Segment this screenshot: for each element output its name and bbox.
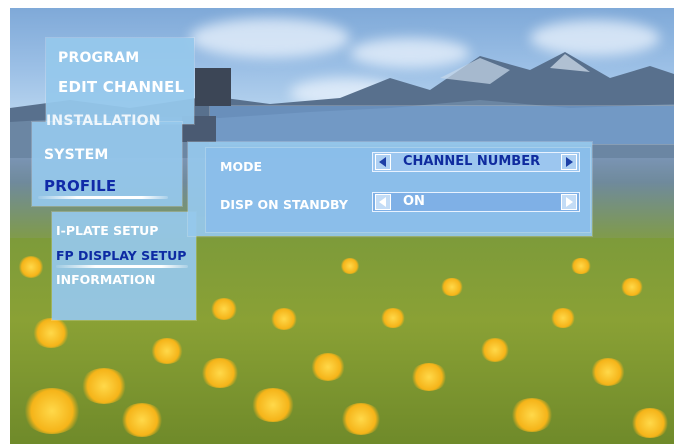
disp-on-standby-selector[interactable]: ON [372,192,580,212]
mode-label: MODE [220,159,262,174]
fp-display-selection-underline [56,265,188,268]
right-arrow-icon[interactable] [561,194,577,210]
dark-block [195,68,231,106]
left-arrow-icon[interactable] [375,194,391,210]
tv-osd-screen: PROGRAM EDIT CHANNEL INSTALLATION SYSTEM… [10,8,674,444]
menu-item-profile[interactable]: PROFILE [44,177,116,195]
submenu-item-i-plate-setup[interactable]: I-PLATE SETUP [56,223,158,238]
right-arrow-icon[interactable] [561,154,577,170]
menu-item-edit-channel[interactable]: EDIT CHANNEL [58,78,184,96]
top-strip [210,106,674,144]
disp-on-standby-value: ON [403,194,425,209]
left-arrow-icon[interactable] [375,154,391,170]
submenu-item-information[interactable]: INFORMATION [56,272,155,287]
menu-item-system[interactable]: SYSTEM [44,147,109,163]
menu-item-program[interactable]: PROGRAM [58,50,139,66]
disp-on-standby-label: DISP ON STANDBY [220,197,348,212]
mode-selector[interactable]: CHANNEL NUMBER [372,152,580,172]
mode-value: CHANNEL NUMBER [403,154,541,169]
profile-selection-underline [38,196,168,199]
menu-item-installation[interactable]: INSTALLATION [46,113,161,129]
submenu-item-fp-display-setup[interactable]: FP DISPLAY SETUP [56,248,186,263]
